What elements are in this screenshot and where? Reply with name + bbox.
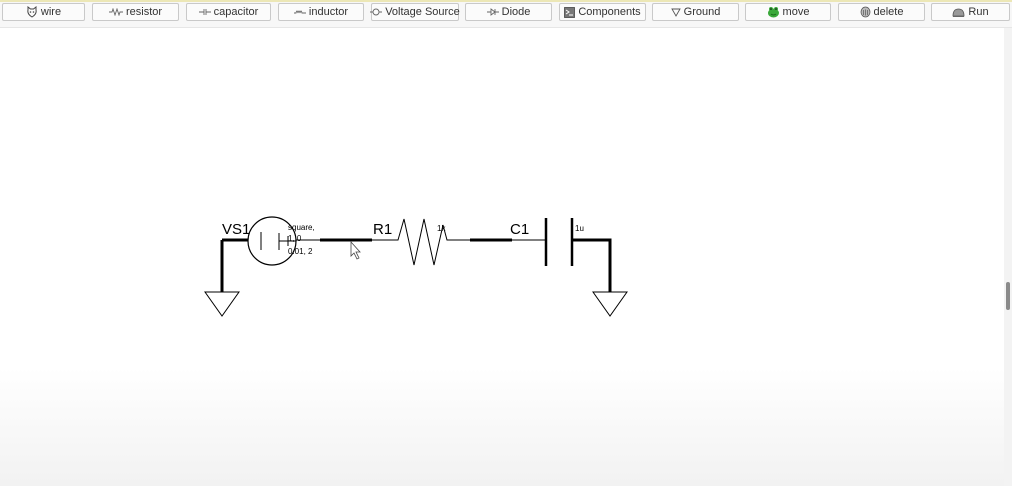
delete-button[interactable]: delete <box>838 3 925 21</box>
voltage-source-button[interactable]: Voltage Source <box>370 3 460 21</box>
ground-wire-left <box>220 238 248 292</box>
vs1-label: VS1 <box>222 221 250 238</box>
c1-label: C1 <box>510 221 529 238</box>
voltage-source-button-label: Voltage Source <box>385 6 460 18</box>
voltage-source-icon <box>370 8 383 16</box>
scrollbar-thumb[interactable] <box>1006 282 1010 310</box>
vs1-param-line3: 0.01, 2 <box>288 247 313 256</box>
inductor-button-label: inductor <box>308 6 349 18</box>
run-icon <box>952 7 965 18</box>
toolbar-accent <box>0 0 1012 2</box>
resistor-button[interactable]: resistor <box>92 3 179 21</box>
components-button[interactable]: Components <box>559 3 646 21</box>
r1-label: R1 <box>373 221 392 238</box>
resistor-icon <box>108 8 123 16</box>
capacitor-icon <box>198 8 211 16</box>
diode-icon <box>486 8 499 16</box>
capacitor-c1[interactable] <box>544 218 574 266</box>
delete-icon <box>860 6 871 18</box>
components-icon <box>564 6 576 18</box>
ground-button[interactable]: Ground <box>652 3 739 21</box>
cat-icon <box>26 6 38 18</box>
ground-symbol-left[interactable] <box>204 291 240 317</box>
diode-button-label: Diode <box>501 6 531 18</box>
circuit-schematic: VS1 square, 1, 0 0.01, 2 R1 1k C1 1u <box>204 216 628 317</box>
wire-button[interactable]: wire <box>2 3 85 21</box>
ground-wire-right <box>572 238 612 292</box>
ground-button-label: Ground <box>683 6 721 18</box>
delete-button-label: delete <box>873 6 904 18</box>
resistor-button-label: resistor <box>125 6 163 18</box>
inductor-icon <box>293 8 306 16</box>
c1-value: 1u <box>575 224 584 233</box>
vs1-param-line1: square, <box>288 223 315 232</box>
wire-button-label: wire <box>40 6 62 18</box>
inductor-button[interactable]: inductor <box>278 3 364 21</box>
capacitor-button-label: capacitor <box>213 6 259 18</box>
diode-button[interactable]: Diode <box>465 3 552 21</box>
run-button-label: Run <box>968 6 989 18</box>
move-button-label: move <box>782 6 810 18</box>
r1-value: 1k <box>437 224 446 233</box>
frog-icon <box>767 6 780 18</box>
move-button[interactable]: move <box>745 3 831 21</box>
ground-icon <box>670 8 681 17</box>
schematic-canvas[interactable]: VS1 square, 1, 0 0.01, 2 R1 1k C1 1u <box>0 28 1004 486</box>
vertical-scrollbar[interactable] <box>1004 28 1012 486</box>
run-button[interactable]: Run <box>931 3 1010 21</box>
ground-symbol-right[interactable] <box>592 291 628 317</box>
mouse-cursor-icon <box>350 240 361 260</box>
vs1-param-line2: 1, 0 <box>288 234 302 243</box>
toolbar: wire resistor capacitor inductor Voltage… <box>0 0 1012 28</box>
components-button-label: Components <box>578 6 641 18</box>
capacitor-button[interactable]: capacitor <box>186 3 271 21</box>
